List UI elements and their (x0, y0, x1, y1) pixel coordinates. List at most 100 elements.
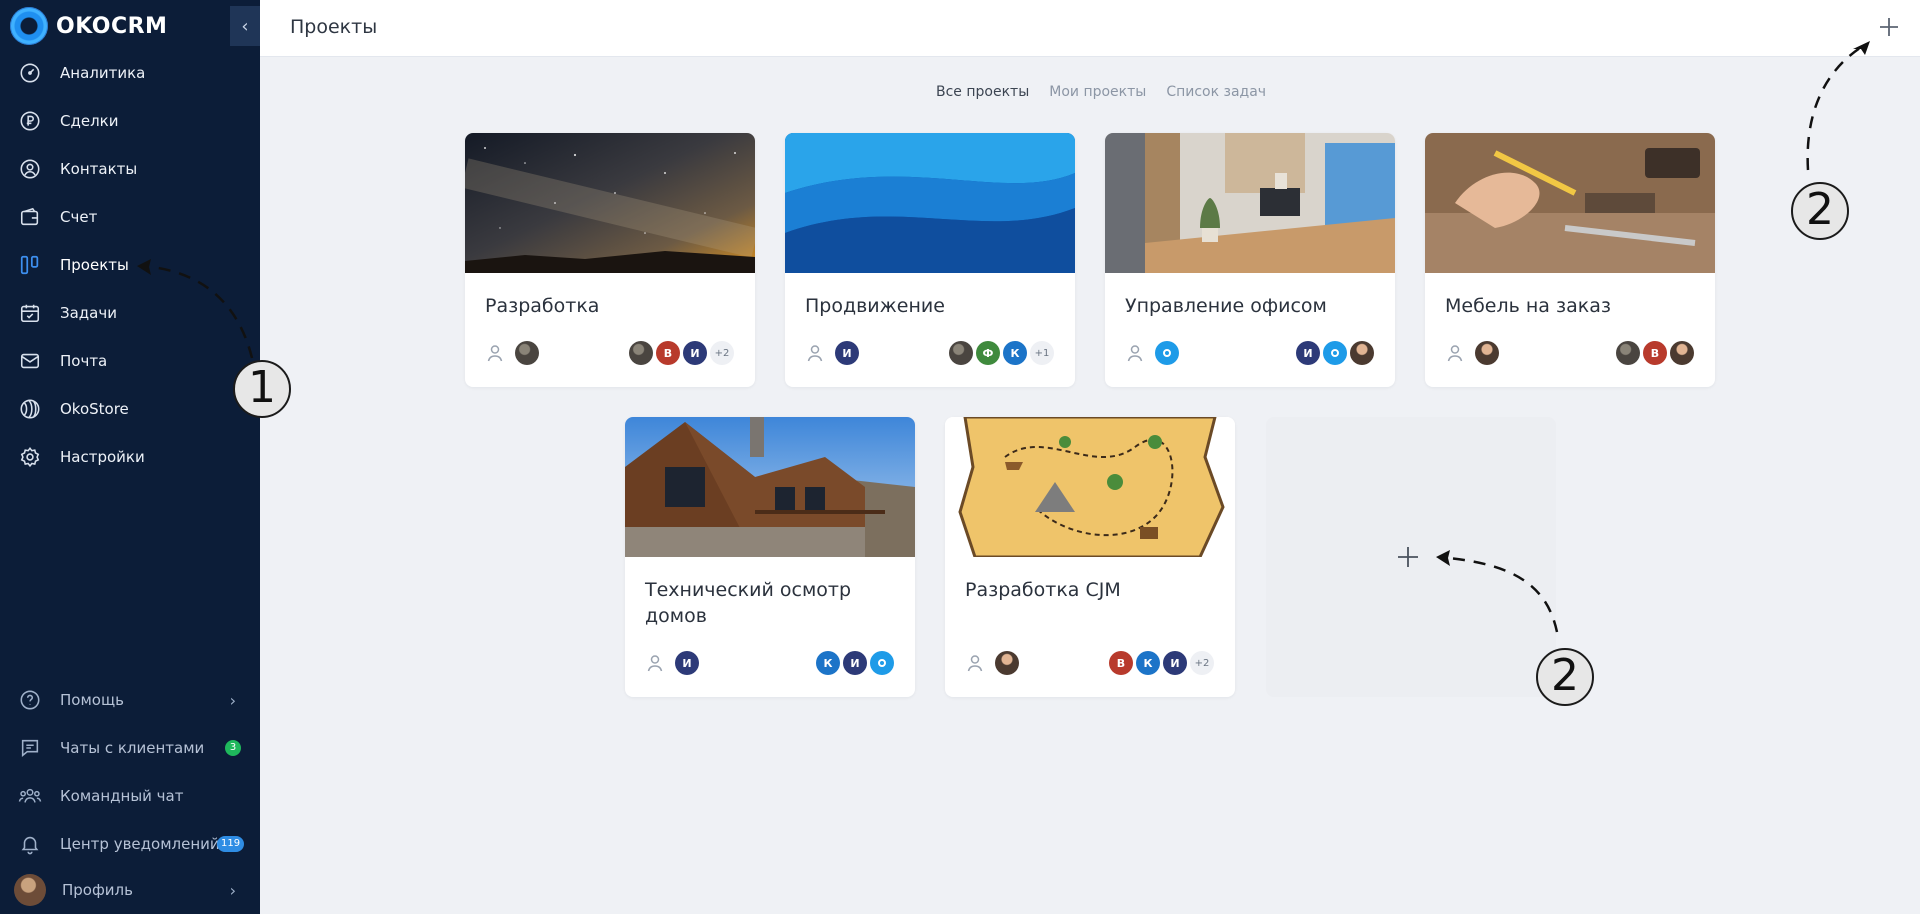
kanban-icon (18, 253, 42, 277)
sidebar-item-client-chats[interactable]: Чаты с клиентами 3 (0, 728, 260, 768)
mail-icon (18, 349, 42, 373)
project-card[interactable]: Разработка В И +2 (465, 133, 755, 387)
owner-avatar[interactable] (1155, 341, 1179, 365)
project-title: Разработка CJM (965, 579, 1121, 601)
project-cover-image (625, 417, 915, 557)
more-members-count[interactable]: +2 (1190, 651, 1214, 675)
owner-icon (487, 345, 503, 362)
top-bar: Проекты (260, 0, 1920, 57)
avatar-ring-icon (878, 659, 886, 667)
sidebar-item-label: Задачи (60, 304, 117, 322)
sidebar-item-notifications[interactable]: Центр уведомлений 119 (0, 824, 260, 864)
help-icon (18, 688, 42, 712)
sidebar-item-deals[interactable]: Сделки (0, 101, 260, 141)
app-logo[interactable]: OKOCRM (10, 6, 167, 46)
project-title: Разработка (485, 295, 600, 317)
sidebar-item-label: Счет (60, 208, 98, 226)
member-avatar[interactable]: В (1643, 341, 1667, 365)
chat-icon (18, 736, 42, 760)
unread-badge: 3 (225, 740, 241, 756)
sidebar-item-profile[interactable]: Профиль › (0, 870, 260, 910)
member-avatar[interactable] (870, 651, 894, 675)
member-avatar[interactable] (1616, 341, 1640, 365)
logo-icon (10, 7, 48, 45)
add-project-card[interactable] (1266, 417, 1556, 697)
project-title: Технический осмотр домов (645, 579, 852, 627)
member-avatar[interactable]: И (843, 651, 867, 675)
owner-icon (1447, 345, 1463, 362)
sidebar-item-tasks[interactable]: Задачи (0, 293, 260, 333)
contact-icon (18, 157, 42, 181)
owner-avatar[interactable] (995, 651, 1019, 675)
notifications-badge: 119 (217, 836, 245, 852)
project-card[interactable]: Разработка CJM В К И +2 (945, 417, 1235, 697)
project-cover-image (785, 133, 1075, 273)
owner-icon (807, 345, 823, 362)
project-card[interactable]: Управление офисом И (1105, 133, 1395, 387)
project-filter-tabs: Все проекты Мои проекты Список задач (936, 84, 1266, 100)
tab-task-list[interactable]: Список задач (1166, 84, 1266, 100)
avatar-icon (14, 874, 46, 906)
bell-icon (18, 832, 42, 856)
analytics-gauge-icon (18, 61, 42, 85)
sidebar-item-invoice[interactable]: Счет (0, 197, 260, 237)
sidebar-item-team-chat[interactable]: Командный чат (0, 776, 260, 816)
owner-avatar[interactable]: И (835, 341, 859, 365)
ruble-icon (18, 109, 42, 133)
sidebar-item-projects[interactable]: Проекты (0, 245, 260, 285)
member-avatar[interactable] (1350, 341, 1374, 365)
member-avatar[interactable]: К (1136, 651, 1160, 675)
member-avatar[interactable]: Ф (976, 341, 1000, 365)
sidebar-item-okostore[interactable]: OkoStore (0, 389, 260, 429)
member-avatar[interactable]: В (1109, 651, 1133, 675)
avatar-ring-icon (1163, 349, 1171, 357)
store-icon (18, 397, 42, 421)
avatar-ring-icon (1331, 349, 1339, 357)
sidebar-item-label: Аналитика (60, 64, 146, 82)
annotation-marker: 2 (1791, 182, 1849, 240)
member-avatar[interactable]: И (1163, 651, 1187, 675)
owner-avatar[interactable] (1475, 341, 1499, 365)
annotation-marker: 2 (1536, 648, 1594, 706)
project-card[interactable]: Технический осмотр домов И К И (625, 417, 915, 697)
project-cover-image (465, 133, 755, 273)
sidebar-item-mail[interactable]: Почта (0, 341, 260, 381)
sidebar-item-label: Профиль (62, 881, 133, 899)
member-avatar[interactable]: И (1296, 341, 1320, 365)
project-title: Управление офисом (1125, 295, 1327, 317)
project-card[interactable]: Мебель на заказ В (1425, 133, 1715, 387)
sidebar-item-label: Проекты (60, 256, 129, 274)
team-icon (18, 784, 42, 808)
sidebar-item-label: Чаты с клиентами (60, 739, 205, 757)
owner-avatar[interactable]: И (675, 651, 699, 675)
owner-avatar[interactable] (515, 341, 539, 365)
member-avatar[interactable]: И (683, 341, 707, 365)
sidebar-collapse-button[interactable]: ‹ (230, 6, 260, 46)
chevron-right-icon: › (229, 690, 236, 710)
more-members-count[interactable]: +2 (710, 341, 734, 365)
sidebar-item-label: Сделки (60, 112, 119, 130)
sidebar-item-contacts[interactable]: Контакты (0, 149, 260, 189)
member-avatar[interactable] (1670, 341, 1694, 365)
sidebar-item-settings[interactable]: Настройки (0, 437, 260, 477)
member-avatar[interactable]: К (816, 651, 840, 675)
member-avatar[interactable]: В (656, 341, 680, 365)
add-project-button[interactable] (1874, 12, 1904, 42)
project-card[interactable]: Продвижение И Ф К +1 (785, 133, 1075, 387)
gear-icon (18, 445, 42, 469)
member-avatar[interactable] (1323, 341, 1347, 365)
sidebar-item-label: Центр уведомлений (60, 835, 220, 853)
member-avatar[interactable] (949, 341, 973, 365)
member-avatar[interactable]: К (1003, 341, 1027, 365)
sidebar-item-help[interactable]: Помощь › (0, 680, 260, 720)
tab-all-projects[interactable]: Все проекты (936, 84, 1029, 100)
logo-text: OKOCRM (56, 13, 168, 39)
chevron-left-icon: ‹ (241, 15, 249, 37)
owner-icon (647, 655, 663, 672)
more-members-count[interactable]: +1 (1030, 341, 1054, 365)
calendar-check-icon (18, 301, 42, 325)
sidebar-item-analytics[interactable]: Аналитика (0, 53, 260, 93)
tab-my-projects[interactable]: Мои проекты (1049, 84, 1146, 100)
member-avatar[interactable] (629, 341, 653, 365)
sidebar-item-label: Командный чат (60, 787, 184, 805)
